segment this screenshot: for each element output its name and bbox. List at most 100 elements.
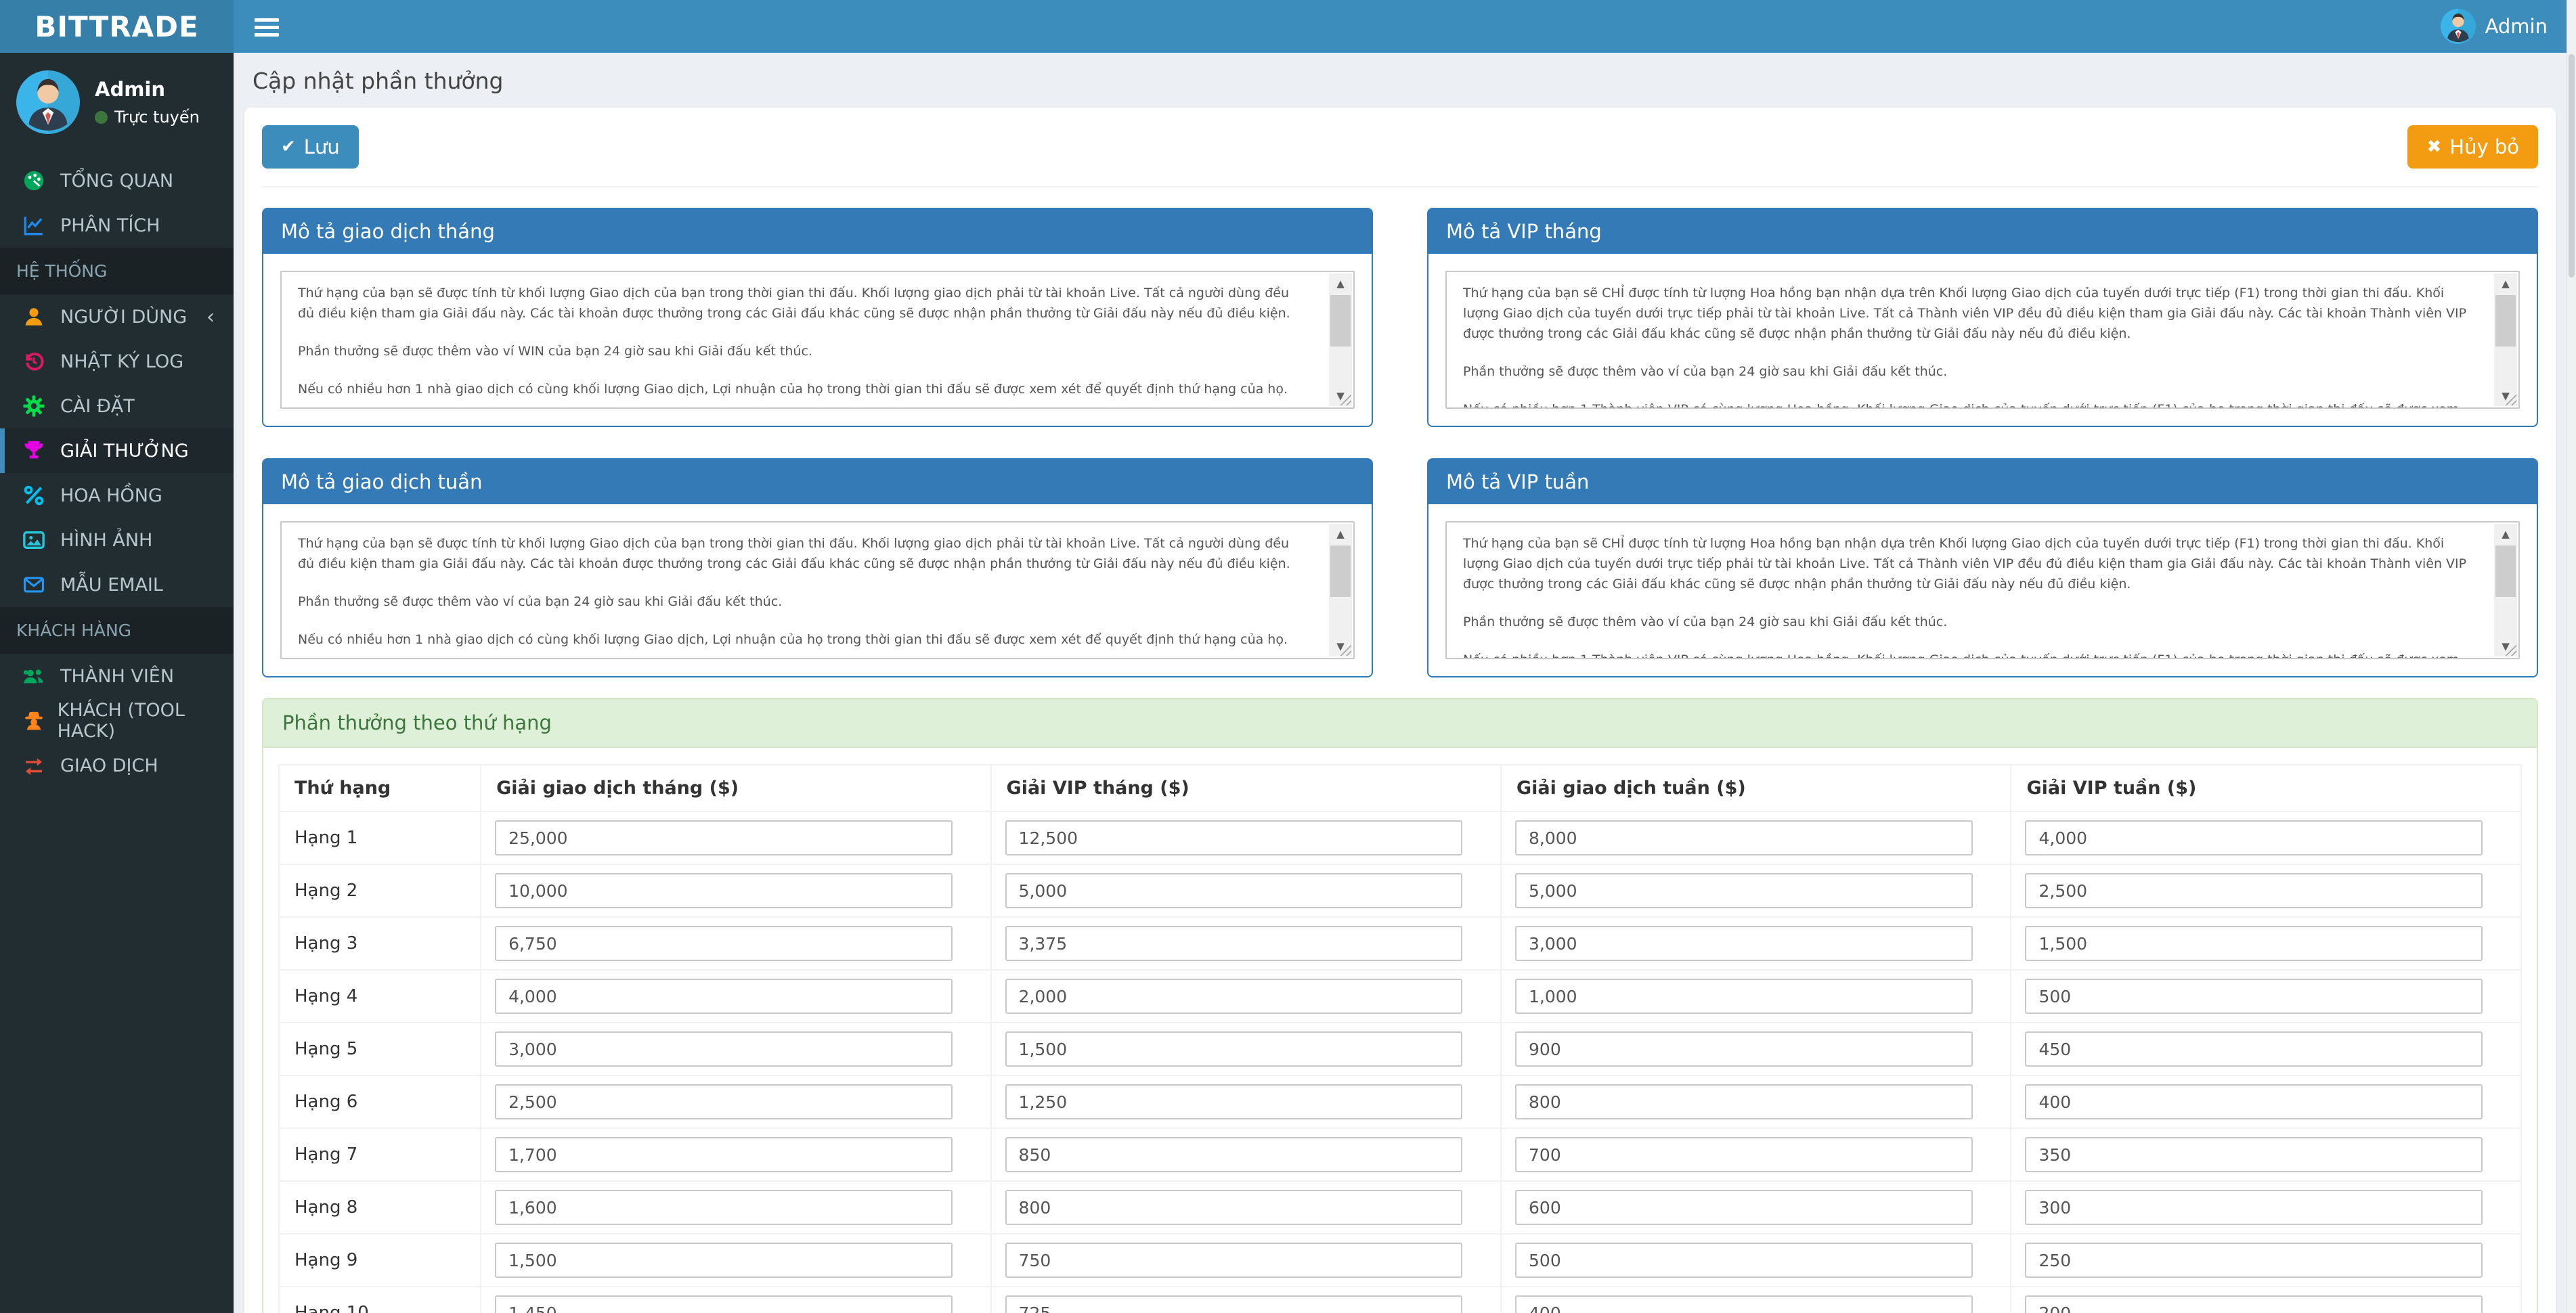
sidebar-item-hoa-hong[interactable]: HOA HỒNG xyxy=(0,473,234,518)
reward-input[interactable] xyxy=(495,926,953,961)
textarea-scrollbar[interactable]: ▲▼ xyxy=(1329,524,1352,656)
scroll-up-icon[interactable]: ▲ xyxy=(1329,524,1352,544)
reward-input[interactable] xyxy=(495,1295,953,1313)
scroll-up-icon[interactable]: ▲ xyxy=(2494,273,2517,294)
reward-input[interactable] xyxy=(2025,1243,2483,1278)
sidebar-user-status: Trực tuyến xyxy=(95,108,200,127)
reward-input[interactable] xyxy=(1515,873,1973,908)
scroll-up-icon[interactable]: ▲ xyxy=(1329,273,1352,294)
sidebar-item-label: TỔNG QUAN xyxy=(60,171,173,192)
textarea-scrollbar[interactable]: ▲▼ xyxy=(2494,524,2517,656)
reward-input[interactable] xyxy=(2025,1295,2483,1313)
sidebar-item-khach-tool-hack[interactable]: KHÁCH (TOOL HACK) xyxy=(0,698,234,743)
hamburger-icon xyxy=(255,18,279,22)
tachometer-icon xyxy=(22,169,60,192)
rewards-column-header: Giải giao dịch tháng ($) xyxy=(481,765,990,811)
reward-input[interactable] xyxy=(2025,1137,2483,1172)
content-card: ✔ Lưu ✖ Hủy bỏ Mô tả giao dịch thángThứ … xyxy=(244,108,2556,1313)
sidebar-section-label: KHÁCH HÀNG xyxy=(0,607,234,654)
textarea-scrollbar[interactable]: ▲▼ xyxy=(2494,273,2517,406)
reward-input[interactable] xyxy=(1515,1190,1973,1225)
rank-label: Hạng 7 xyxy=(279,1128,481,1181)
reward-input[interactable] xyxy=(2025,926,2483,961)
rewards-panel-title: Phần thưởng theo thứ hạng xyxy=(263,699,2537,748)
brand-logo[interactable]: BITTRADE xyxy=(0,0,234,53)
reward-input[interactable] xyxy=(1515,926,1973,961)
gear-icon xyxy=(22,395,60,418)
sidebar-item-hinh-anh[interactable]: HÌNH ẢNH xyxy=(0,518,234,562)
reward-input[interactable] xyxy=(2025,1031,2483,1067)
rewards-row: Hạng 8 xyxy=(279,1181,2521,1234)
scrollbar-thumb[interactable] xyxy=(1330,295,1351,347)
scrollbar-thumb[interactable] xyxy=(2495,295,2516,347)
scrollbar-thumb[interactable] xyxy=(2495,546,2516,597)
app-window: BITTRADE Admin Admin Trực tuyến TỔNG QUA… xyxy=(0,0,2576,1313)
rewards-column-header: Giải VIP tuần ($) xyxy=(2011,765,2521,811)
sidebar-item-giao-dich[interactable]: GIAO DỊCH xyxy=(0,743,234,788)
reward-input[interactable] xyxy=(2025,873,2483,908)
sidebar-item-label: GIAO DỊCH xyxy=(60,755,158,776)
sidebar-toggle-button[interactable] xyxy=(248,12,286,42)
page-scrollbar[interactable] xyxy=(2567,0,2576,1313)
page-scrollbar-thumb[interactable] xyxy=(2569,54,2575,277)
sidebar-menu: TỔNG QUANPHÂN TÍCHHỆ THỐNGNGƯỜI DÙNG‹NHẬ… xyxy=(0,158,234,788)
mo-ta-vip-thang-textarea[interactable]: Thứ hạng của bạn sẽ CHỈ được tính từ lượ… xyxy=(1445,271,2520,409)
rewards-row: Hạng 7 xyxy=(279,1128,2521,1181)
mo-ta-giao-dich-thang-textarea[interactable]: Thứ hạng của bạn sẽ được tính từ khối lư… xyxy=(280,271,1355,409)
reward-input[interactable] xyxy=(1005,926,1463,961)
reward-input[interactable] xyxy=(1005,1190,1463,1225)
scroll-up-icon[interactable]: ▲ xyxy=(2494,524,2517,544)
reward-input[interactable] xyxy=(1515,1137,1973,1172)
reward-input[interactable] xyxy=(1005,979,1463,1014)
rewards-column-header: Thứ hạng xyxy=(279,765,481,811)
reward-input[interactable] xyxy=(1005,1243,1463,1278)
users-icon xyxy=(22,665,60,688)
description-panels: Mô tả giao dịch thángThứ hạng của bạn sẽ… xyxy=(262,208,2538,677)
reward-input[interactable] xyxy=(495,1190,953,1225)
reward-input[interactable] xyxy=(1005,1031,1463,1067)
reward-input[interactable] xyxy=(495,1031,953,1067)
reward-input[interactable] xyxy=(495,820,953,855)
sidebar-item-giai-thuong[interactable]: GIẢI THƯỞNG xyxy=(0,428,234,473)
sidebar-item-thanh-vien[interactable]: THÀNH VIÊN xyxy=(0,654,234,698)
reward-input[interactable] xyxy=(2025,1190,2483,1225)
sidebar-item-mau-email[interactable]: MẪU EMAIL xyxy=(0,562,234,607)
sidebar-item-label: NGƯỜI DÙNG xyxy=(60,307,187,328)
reward-input[interactable] xyxy=(1515,820,1973,855)
top-navbar: BITTRADE Admin xyxy=(0,0,2567,53)
sidebar-item-phan-tich[interactable]: PHÂN TÍCH xyxy=(0,203,234,248)
sidebar-item-label: HÌNH ẢNH xyxy=(60,530,152,551)
reward-input[interactable] xyxy=(1005,873,1463,908)
mo-ta-giao-dich-tuan-textarea[interactable]: Thứ hạng của bạn sẽ được tính từ khối lư… xyxy=(280,521,1355,659)
reward-input[interactable] xyxy=(1515,1243,1973,1278)
reward-input[interactable] xyxy=(1515,979,1973,1014)
reward-input[interactable] xyxy=(2025,1084,2483,1119)
sidebar-item-tong-quan[interactable]: TỔNG QUAN xyxy=(0,158,234,203)
textarea-scrollbar[interactable]: ▲▼ xyxy=(1329,273,1352,406)
scrollbar-thumb[interactable] xyxy=(1330,546,1351,597)
sidebar-item-nguoi-dung[interactable]: NGƯỜI DÙNG‹ xyxy=(0,294,234,339)
reward-input[interactable] xyxy=(1005,1084,1463,1119)
main-content: Cập nhật phần thưởng ✔ Lưu ✖ Hủy bỏ Mô t… xyxy=(234,53,2567,1313)
cancel-button[interactable]: ✖ Hủy bỏ xyxy=(2407,125,2538,169)
reward-input[interactable] xyxy=(2025,820,2483,855)
reward-input[interactable] xyxy=(495,1137,953,1172)
reward-input[interactable] xyxy=(495,979,953,1014)
reward-input[interactable] xyxy=(1515,1295,1973,1313)
sidebar-item-nhat-ky-log[interactable]: NHẬT KÝ LOG xyxy=(0,339,234,384)
reward-input[interactable] xyxy=(495,1084,953,1119)
sidebar-item-cai-dat[interactable]: CÀI ĐẶT xyxy=(0,384,234,428)
reward-input[interactable] xyxy=(495,873,953,908)
reward-input[interactable] xyxy=(1005,820,1463,855)
mo-ta-vip-tuan-textarea[interactable]: Thứ hạng của bạn sẽ CHỈ được tính từ lượ… xyxy=(1445,521,2520,659)
online-dot-icon xyxy=(95,111,108,124)
exchange-icon xyxy=(22,754,60,777)
reward-input[interactable] xyxy=(495,1243,953,1278)
reward-input[interactable] xyxy=(2025,979,2483,1014)
save-button[interactable]: ✔ Lưu xyxy=(262,125,359,169)
reward-input[interactable] xyxy=(1005,1137,1463,1172)
navbar-user-menu[interactable]: Admin xyxy=(2441,0,2548,53)
reward-input[interactable] xyxy=(1515,1031,1973,1067)
reward-input[interactable] xyxy=(1515,1084,1973,1119)
reward-input[interactable] xyxy=(1005,1295,1463,1313)
